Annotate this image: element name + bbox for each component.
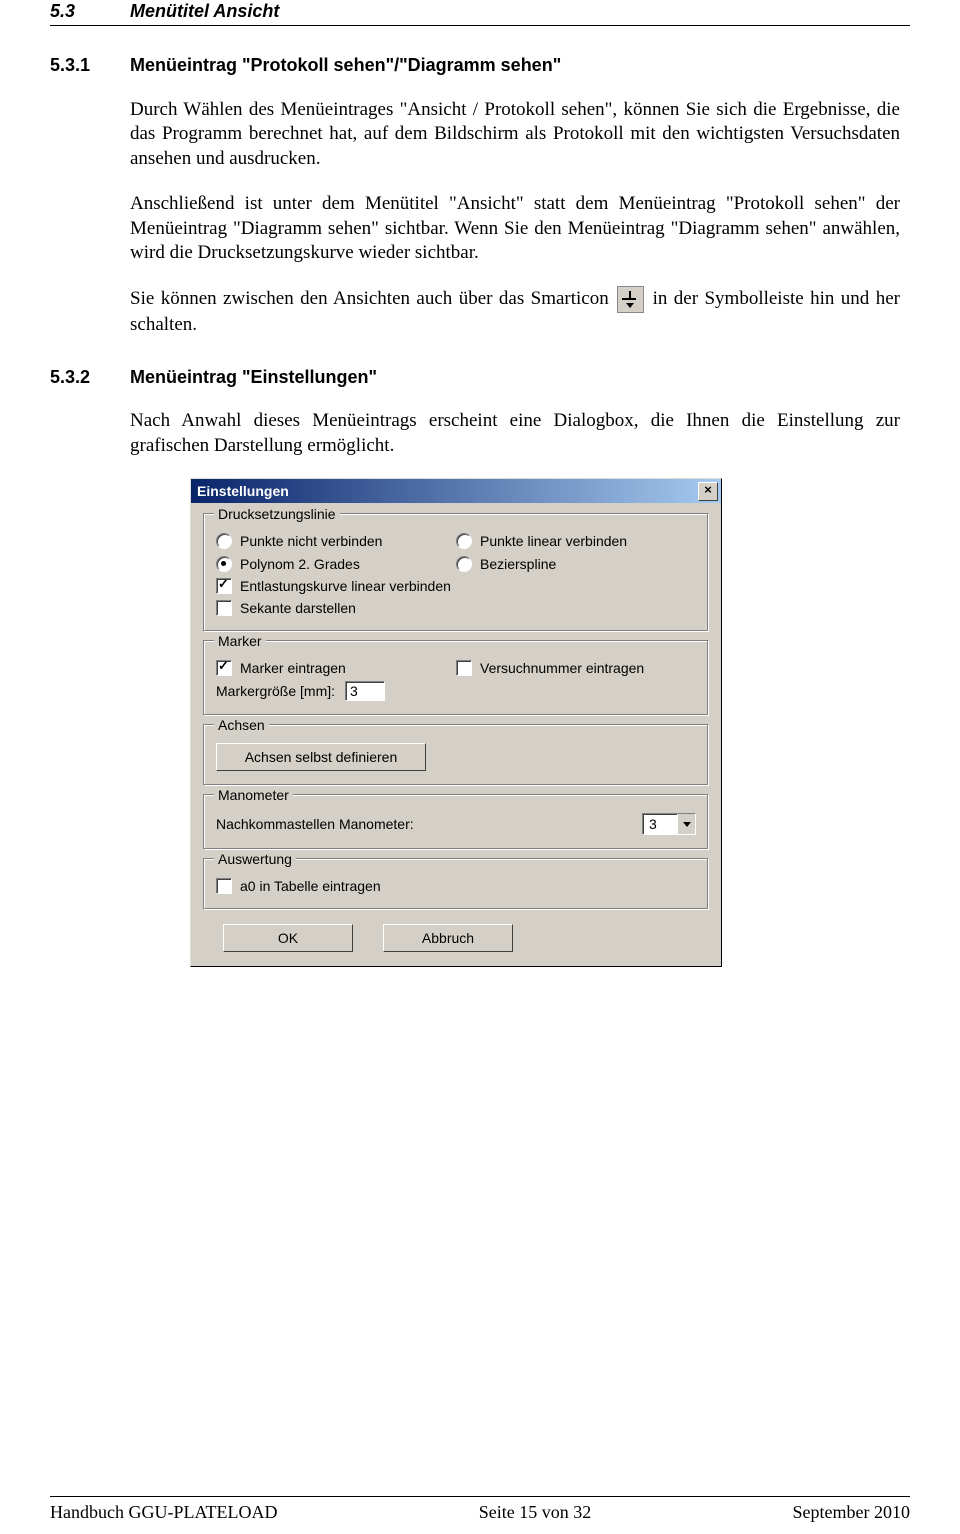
radio-label: Polynom 2. Grades [240, 555, 360, 573]
group-manometer: Manometer Nachkommastellen Manometer: 3 [203, 794, 709, 850]
toggle-view-icon[interactable] [617, 286, 644, 313]
radio-label: Punkte linear verbinden [480, 532, 627, 550]
radio-polynom-2-grades[interactable] [216, 556, 232, 572]
checkbox-label: Entlastungskurve linear verbinden [240, 577, 451, 595]
page-footer: Handbuch GGU-PLATELOAD Seite 15 von 32 S… [50, 1496, 910, 1524]
dialog-title: Einstellungen [197, 482, 289, 500]
group-auswertung: Auswertung a0 in Tabelle eintragen [203, 858, 709, 910]
subsection-1-number: 5.3.1 [50, 54, 130, 77]
markergroesse-label: Markergröße [mm]: [216, 682, 335, 700]
section-header: 5.3 Menütitel Ansicht [50, 0, 910, 26]
dialog-titlebar: Einstellungen × [191, 479, 721, 503]
nachkommastellen-select[interactable]: 3 [642, 813, 696, 835]
radio-label: Punkte nicht verbinden [240, 532, 382, 550]
radio-punkte-nicht-verbinden[interactable] [216, 533, 232, 549]
paragraph-3: Sie können zwischen den Ansichten auch ü… [130, 286, 900, 338]
markergroesse-input[interactable] [345, 681, 385, 701]
subsection-2-number: 5.3.2 [50, 366, 130, 389]
checkbox-versuchnummer[interactable] [456, 660, 472, 676]
paragraph-4: Nach Anwahl dieses Menüeintrags erschein… [130, 409, 900, 458]
subsection-1-header: 5.3.1 Menüeintrag "Protokoll sehen"/"Dia… [50, 54, 910, 77]
checkbox-label: Marker eintragen [240, 659, 346, 677]
group-drucksetzungslinie: Drucksetzungslinie Punkte nicht verbinde… [203, 513, 709, 632]
group-legend: Auswertung [214, 850, 296, 868]
checkbox-label: Versuchnummer eintragen [480, 659, 644, 677]
paragraph-1: Durch Wählen des Menüeintrages "Ansicht … [130, 98, 900, 172]
checkbox-entlastungskurve[interactable] [216, 578, 232, 594]
group-legend: Achsen [214, 716, 269, 734]
checkbox-a0-tabelle[interactable] [216, 878, 232, 894]
section-number: 5.3 [50, 0, 130, 23]
group-achsen: Achsen Achsen selbst definieren [203, 724, 709, 786]
group-marker: Marker Marker eintragen Versuchnummer ei… [203, 640, 709, 716]
group-legend: Marker [214, 632, 266, 650]
checkbox-label: Sekante darstellen [240, 599, 356, 617]
close-button[interactable]: × [698, 482, 718, 501]
checkbox-label: a0 in Tabelle eintragen [240, 877, 381, 895]
radio-label: Bezierspline [480, 555, 556, 573]
section-title: Menütitel Ansicht [130, 0, 279, 23]
ok-button[interactable]: OK [223, 924, 353, 952]
nachkommastellen-label: Nachkommastellen Manometer: [216, 815, 642, 833]
footer-center: Seite 15 von 32 [479, 1501, 592, 1524]
subsection-2-header: 5.3.2 Menüeintrag "Einstellungen" [50, 366, 910, 389]
settings-dialog: Einstellungen × Drucksetzungslinie Punkt… [190, 478, 722, 967]
paragraph-3a: Sie können zwischen den Ansichten auch ü… [130, 288, 615, 309]
radio-punkte-linear-verbinden[interactable] [456, 533, 472, 549]
subsection-1-title: Menüeintrag "Protokoll sehen"/"Diagramm … [130, 54, 561, 77]
cancel-button[interactable]: Abbruch [383, 924, 513, 952]
chevron-down-icon [677, 814, 695, 834]
achsen-definieren-button[interactable]: Achsen selbst definieren [216, 743, 426, 771]
radio-bezierspline[interactable] [456, 556, 472, 572]
group-legend: Drucksetzungslinie [214, 505, 340, 523]
checkbox-marker-eintragen[interactable] [216, 660, 232, 676]
group-legend: Manometer [214, 786, 293, 804]
footer-right: September 2010 [793, 1501, 910, 1524]
footer-left: Handbuch GGU-PLATELOAD [50, 1501, 277, 1524]
paragraph-2: Anschließend ist unter dem Menütitel "An… [130, 192, 900, 266]
checkbox-sekante[interactable] [216, 600, 232, 616]
select-value: 3 [643, 815, 677, 833]
subsection-2-title: Menüeintrag "Einstellungen" [130, 366, 377, 389]
